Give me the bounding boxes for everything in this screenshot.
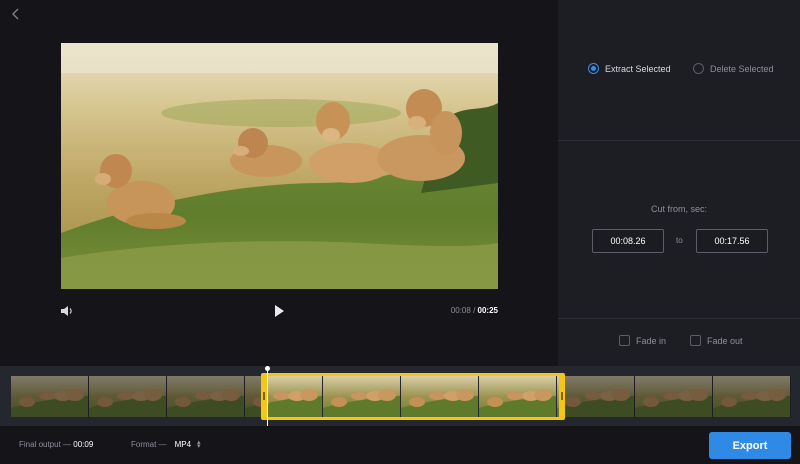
bottom-bar: Final output — 00:09 Format — MP4 ▴ ▾ Exp… — [0, 426, 800, 464]
total-time: 00:25 — [477, 306, 498, 315]
delete-selected-option[interactable]: Delete Selected — [693, 63, 774, 74]
back-chevron-icon[interactable] — [9, 6, 23, 22]
timeline[interactable] — [0, 366, 800, 426]
divider — [558, 318, 800, 319]
fade-in-option[interactable]: Fade in — [619, 335, 666, 346]
updown-arrows-icon[interactable]: ▴ ▾ — [197, 439, 201, 450]
final-output-label: Final output — — [19, 440, 72, 449]
left-trim-handle[interactable] — [263, 392, 265, 400]
fade-in-label: Fade in — [636, 335, 667, 346]
cut-from-label: Cut from, sec: — [650, 204, 707, 214]
radio-off-icon[interactable] — [693, 63, 704, 74]
radio-on-icon[interactable] — [588, 63, 599, 74]
playback-time: 00:08 / 00:25 — [451, 306, 498, 315]
unselected-region-left — [11, 376, 261, 417]
format-value[interactable]: MP4 — [175, 440, 191, 449]
playhead-knob[interactable] — [265, 366, 270, 371]
divider — [558, 140, 800, 141]
fade-out-option[interactable]: Fade out — [690, 335, 743, 346]
final-output: Final output — 00:09 — [19, 440, 93, 449]
to-label: to — [676, 236, 683, 245]
fade-out-checkbox[interactable] — [690, 335, 701, 346]
current-time: 00:08 — [450, 306, 471, 315]
unselected-region-right — [565, 376, 791, 417]
video-editor-pane: 00:08 / 00:25 — [0, 0, 558, 366]
cut-start-field[interactable] — [592, 229, 664, 253]
right-trim-handle[interactable] — [561, 392, 563, 400]
delete-selected-label: Delete Selected — [710, 63, 774, 74]
final-output-value: 00:09 — [73, 440, 94, 449]
format-label: Format — — [131, 440, 167, 449]
playhead[interactable] — [267, 368, 268, 426]
cut-end-field[interactable] — [696, 229, 768, 253]
lions-in-savanna-image — [61, 43, 498, 289]
extract-selected-option[interactable]: Extract Selected — [588, 63, 671, 74]
fade-in-checkbox[interactable] — [619, 335, 630, 346]
export-button[interactable]: Export — [709, 432, 791, 459]
volume-icon[interactable] — [59, 303, 75, 319]
format-selector[interactable]: Format — MP4 ▴ ▾ — [131, 439, 201, 450]
settings-panel: Extract Selected Delete Selected Cut fro… — [558, 0, 800, 366]
selection-range[interactable] — [261, 373, 565, 420]
video-preview[interactable] — [61, 43, 498, 289]
time-separator: / — [473, 306, 476, 315]
extract-selected-label: Extract Selected — [605, 63, 671, 74]
fade-out-label: Fade out — [707, 335, 743, 346]
play-icon[interactable] — [271, 303, 287, 319]
